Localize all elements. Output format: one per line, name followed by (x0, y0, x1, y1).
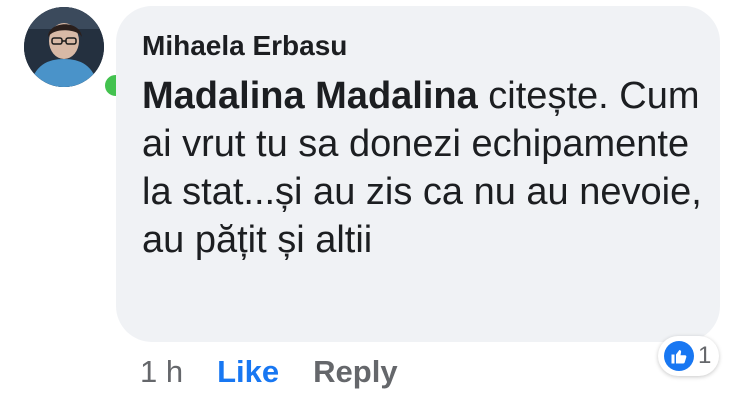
reaction-count: 1 (698, 342, 712, 369)
avatar-photo (24, 7, 104, 87)
reply-button[interactable]: Reply (313, 354, 397, 390)
mentioned-user[interactable]: Madalina Madalina (142, 75, 478, 117)
comment-author[interactable]: Mihaela Erbasu (142, 30, 347, 62)
comment-bubble: Mihaela Erbasu Madalina Madalina citește… (116, 6, 720, 342)
comment-text: Madalina Madalina citește. Cum ai vrut t… (142, 72, 702, 264)
avatar-wrapper[interactable] (24, 7, 130, 100)
thumbs-up-icon (664, 341, 694, 371)
like-button[interactable]: Like (217, 354, 279, 390)
comment-container: Mihaela Erbasu Madalina Madalina citește… (0, 0, 750, 420)
reaction-summary[interactable]: 1 (658, 336, 720, 376)
avatar[interactable] (24, 7, 104, 87)
comment-timestamp[interactable]: 1 h (140, 354, 183, 390)
comment-actions: 1 h Like Reply (140, 350, 398, 394)
